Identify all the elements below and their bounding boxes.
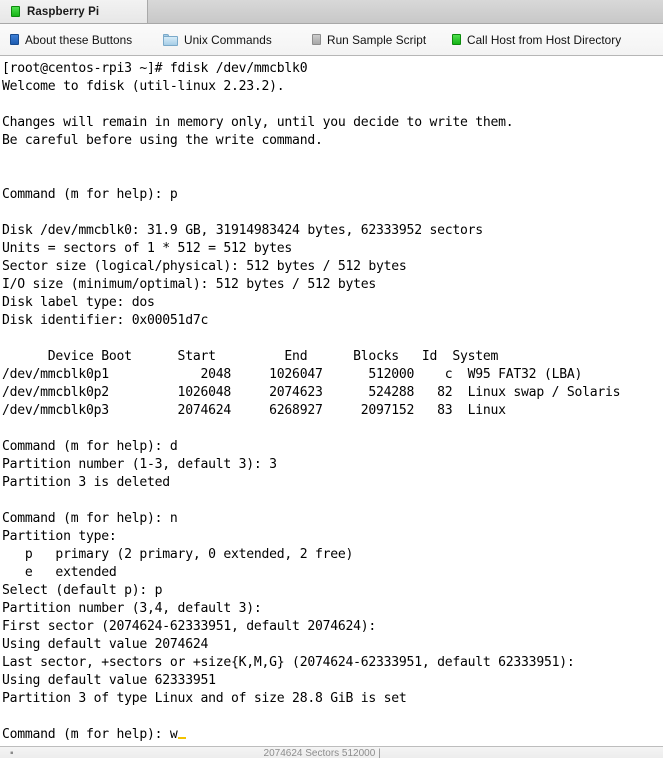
terminal-line: /dev/mmcblk0p2 1026048 2074623 524288 82… xyxy=(2,385,621,400)
terminal-line: I/O size (minimum/optimal): 512 bytes / … xyxy=(2,277,377,292)
tab-label: Raspberry Pi xyxy=(27,5,100,18)
bookmark-label: About these Buttons xyxy=(25,32,133,47)
terminal-line: Select (default p): p xyxy=(2,583,163,598)
folder-icon xyxy=(163,33,178,46)
terminal-line: Command (m for help): n xyxy=(2,511,178,526)
bookmark-label: Unix Commands xyxy=(184,32,272,47)
terminal-line: Partition number (3,4, default 3): xyxy=(2,601,262,616)
terminal-line: Welcome to fdisk (util-linux 2.23.2). xyxy=(2,79,285,94)
terminal-line: [root@centos-rpi3 ~]# fdisk /dev/mmcblk0 xyxy=(2,61,308,76)
terminal-line: /dev/mmcblk0p3 2074624 6268927 2097152 8… xyxy=(2,403,506,418)
terminal-line: First sector (2074624-62333951, default … xyxy=(2,619,377,634)
terminal-line: Changes will remain in memory only, unti… xyxy=(2,115,514,130)
terminal-line: Disk /dev/mmcblk0: 31.9 GB, 31914983424 … xyxy=(2,223,483,238)
terminal-line: e extended xyxy=(2,565,117,580)
terminal-text: [root@centos-rpi3 ~]# fdisk /dev/mmcblk0… xyxy=(0,56,663,744)
terminal-line: Command (m for help): d xyxy=(2,439,178,454)
terminal-line: Units = sectors of 1 * 512 = 512 bytes xyxy=(2,241,293,256)
green-square-icon xyxy=(452,34,461,45)
sliver-row: ▪ 2074624 Sectors 512000 | xyxy=(0,747,663,758)
bookmark-label: Call Host from Host Directory xyxy=(467,32,622,47)
terminal-line: Partition type: xyxy=(2,529,117,544)
browser-window: Raspberry Pi About these Buttons Unix Co… xyxy=(0,0,663,758)
terminal-line: Using default value 62333951 xyxy=(2,673,216,688)
terminal-line: /dev/mmcblk0p1 2048 1026047 512000 c W95… xyxy=(2,367,583,382)
terminal-prompt-text: Command (m for help): w xyxy=(2,727,178,742)
terminal-output-pane[interactable]: [root@centos-rpi3 ~]# fdisk /dev/mmcblk0… xyxy=(0,56,663,746)
terminal-line: Partition number (1-3, default 3): 3 xyxy=(2,457,277,472)
terminal-line: Be careful before using the write comman… xyxy=(2,133,323,148)
gray-square-icon xyxy=(312,34,321,45)
bookmark-label: Run Sample Script xyxy=(327,32,427,47)
sliver-icon: ▪ xyxy=(10,747,14,758)
green-square-icon xyxy=(11,6,20,17)
blue-square-icon xyxy=(10,34,19,45)
terminal-prompt-line: Command (m for help): w xyxy=(2,726,663,744)
terminal-line: Partition 3 is deleted xyxy=(2,475,170,490)
terminal-line: Partition 3 of type Linux and of size 28… xyxy=(2,691,407,706)
terminal-line: Sector size (logical/physical): 512 byte… xyxy=(2,259,407,274)
terminal-cursor xyxy=(177,737,186,739)
background-window-sliver[interactable]: ▪ 2074624 Sectors 512000 | xyxy=(0,746,663,758)
terminal-line: p primary (2 primary, 0 extended, 2 free… xyxy=(2,547,354,562)
sliver-cell: 2074624 Sectors 512000 | xyxy=(263,747,381,758)
terminal-line: Last sector, +sectors or +size{K,M,G} (2… xyxy=(2,655,575,670)
terminal-line: Command (m for help): p xyxy=(2,187,178,202)
terminal-line: Disk label type: dos xyxy=(2,295,155,310)
terminal-line: Device Boot Start End Blocks Id System xyxy=(2,349,499,364)
terminal-line: Disk identifier: 0x00051d7c xyxy=(2,313,209,328)
bookmark-bar: About these Buttons Unix Commands Run Sa… xyxy=(0,24,663,56)
terminal-line: Using default value 2074624 xyxy=(2,637,209,652)
tab-raspberry-pi[interactable]: Raspberry Pi xyxy=(0,0,148,23)
